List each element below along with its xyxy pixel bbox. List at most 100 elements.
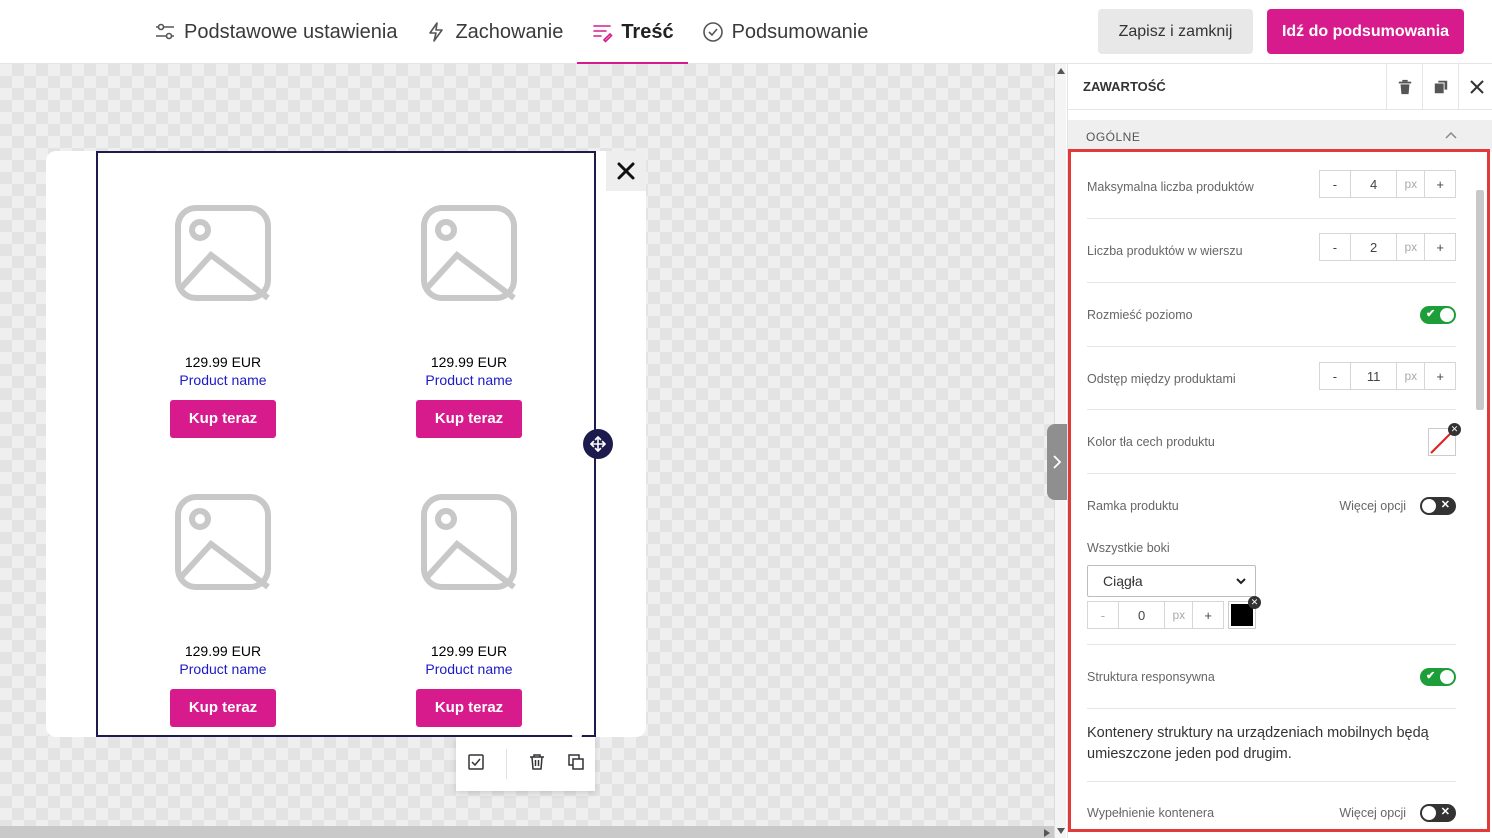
panel-duplicate-button[interactable] bbox=[1422, 64, 1458, 110]
scroll-up-icon[interactable] bbox=[1057, 68, 1065, 74]
increment-button[interactable]: + bbox=[1425, 234, 1455, 260]
wizard-tabs: Podstawowe ustawienia Zachowanie Treść P… bbox=[140, 0, 882, 64]
max-products-input[interactable]: 4 bbox=[1349, 171, 1398, 197]
image-placeholder-icon bbox=[421, 205, 517, 301]
image-placeholder-icon bbox=[421, 494, 517, 590]
toolbar-divider bbox=[505, 749, 507, 779]
padding-toggle[interactable]: ✕ bbox=[1420, 804, 1456, 822]
product-price: 129.99 EUR bbox=[184, 354, 262, 370]
move-handle[interactable] bbox=[583, 429, 613, 459]
panel-title: ZAWARTOŚĆ bbox=[1083, 79, 1166, 94]
product-card[interactable]: 129.99 EUR Product name Kup teraz bbox=[369, 203, 569, 438]
tab-label: Zachowanie bbox=[455, 20, 564, 43]
tab-label: Podstawowe ustawienia bbox=[184, 20, 398, 43]
responsive-toggle[interactable]: ✔ bbox=[1420, 668, 1456, 686]
canvas-horizontal-scrollbar[interactable] bbox=[0, 826, 1054, 838]
check-circle-icon bbox=[702, 21, 724, 43]
x-icon: ✕ bbox=[1440, 499, 1450, 511]
tab-basic-settings[interactable]: Podstawowe ustawienia bbox=[140, 0, 411, 64]
go-to-summary-button[interactable]: Idź do podsumowania bbox=[1267, 9, 1464, 54]
tab-content[interactable]: Treść bbox=[577, 0, 688, 64]
border-width-stepper: - 0 px + bbox=[1087, 601, 1224, 629]
delete-block-button[interactable] bbox=[528, 753, 546, 776]
product-price: 129.99 EUR bbox=[430, 354, 508, 370]
select-block-button[interactable] bbox=[467, 753, 485, 776]
increment-button[interactable]: + bbox=[1425, 363, 1455, 389]
horizontal-toggle[interactable]: ✔ bbox=[1420, 306, 1456, 324]
border-label: Ramka produktu bbox=[1087, 499, 1179, 513]
max-products-label: Maksymalna liczba produktów bbox=[1087, 180, 1254, 194]
product-name[interactable]: Product name bbox=[369, 372, 569, 388]
clear-color-icon[interactable]: ✕ bbox=[1248, 596, 1261, 609]
product-name[interactable]: Product name bbox=[123, 372, 323, 388]
section-general-header[interactable]: OGÓLNE bbox=[1068, 120, 1492, 152]
per-row-input[interactable]: 2 bbox=[1349, 234, 1398, 260]
panel-scrollbar[interactable] bbox=[1476, 190, 1484, 410]
scroll-right-icon[interactable] bbox=[1044, 829, 1050, 837]
decrement-button[interactable]: - bbox=[1320, 363, 1350, 389]
decrement-button[interactable]: - bbox=[1088, 602, 1118, 628]
border-style-select[interactable]: Ciągła bbox=[1087, 565, 1256, 597]
padding-row: Wypełnienie kontenera Więcej opcji ✕ bbox=[1087, 795, 1456, 825]
content-icon bbox=[591, 21, 613, 43]
panel-collapse-handle[interactable] bbox=[1047, 424, 1067, 500]
border-more-options[interactable]: Więcej opcji bbox=[1339, 499, 1406, 513]
spacing-stepper: - 11 px + bbox=[1319, 362, 1456, 390]
responsive-row: Struktura responsywna ✔ bbox=[1087, 645, 1456, 709]
increment-button[interactable]: + bbox=[1193, 602, 1223, 628]
border-toggle[interactable]: ✕ bbox=[1420, 497, 1456, 515]
divider bbox=[1087, 781, 1456, 782]
move-icon bbox=[590, 436, 606, 452]
check-icon: ✔ bbox=[1426, 308, 1436, 320]
clear-color-icon[interactable]: ✕ bbox=[1448, 423, 1461, 436]
per-row-label: Liczba produktów w wierszu bbox=[1087, 244, 1243, 258]
horizontal-row: Rozmieść poziomo ✔ bbox=[1087, 283, 1456, 347]
buy-now-button[interactable]: Kup teraz bbox=[416, 689, 522, 727]
bg-color-row: Kolor tła cech produktu ✕ bbox=[1087, 410, 1461, 474]
save-and-close-button[interactable]: Zapisz i zamknij bbox=[1098, 9, 1253, 54]
tab-summary[interactable]: Podsumowanie bbox=[688, 0, 883, 64]
buy-now-button[interactable]: Kup teraz bbox=[416, 400, 522, 438]
duplicate-icon bbox=[1434, 80, 1447, 94]
unit-label: px bbox=[1397, 234, 1426, 260]
chevron-right-icon bbox=[1053, 455, 1062, 469]
spacing-input[interactable]: 11 bbox=[1349, 363, 1398, 389]
bg-color-swatch[interactable]: ✕ bbox=[1428, 423, 1461, 456]
product-card[interactable]: 129.99 EUR Product name Kup teraz bbox=[123, 203, 323, 438]
checkbox-icon bbox=[467, 753, 484, 770]
duplicate-icon bbox=[567, 753, 584, 770]
product-name[interactable]: Product name bbox=[369, 661, 569, 677]
max-products-stepper: - 4 px + bbox=[1319, 170, 1456, 198]
product-card[interactable]: 129.99 EUR Product name Kup teraz bbox=[369, 492, 569, 727]
max-products-row: Maksymalna liczba produktów - 4 px + bbox=[1087, 155, 1456, 219]
tab-label: Podsumowanie bbox=[731, 20, 869, 43]
trash-icon bbox=[529, 753, 544, 770]
close-icon bbox=[1469, 80, 1484, 94]
product-name[interactable]: Product name bbox=[123, 661, 323, 677]
increment-button[interactable]: + bbox=[1425, 171, 1455, 197]
popup-close-button[interactable] bbox=[606, 151, 646, 191]
tab-behavior[interactable]: Zachowanie bbox=[411, 0, 577, 64]
duplicate-block-button[interactable] bbox=[567, 753, 585, 776]
all-sides-label: Wszystkie boki bbox=[1087, 541, 1170, 555]
panel-delete-button[interactable] bbox=[1386, 64, 1422, 110]
padding-label: Wypełnienie kontenera bbox=[1087, 806, 1215, 820]
border-style-value: Ciągła bbox=[1103, 573, 1143, 589]
sliders-icon bbox=[154, 21, 176, 43]
buy-now-button[interactable]: Kup teraz bbox=[170, 400, 276, 438]
decrement-button[interactable]: - bbox=[1320, 234, 1350, 260]
image-placeholder-icon bbox=[175, 494, 271, 590]
unit-label: px bbox=[1397, 171, 1426, 197]
border-color-swatch[interactable]: ✕ bbox=[1228, 596, 1261, 629]
close-icon bbox=[617, 162, 635, 180]
scroll-down-icon[interactable] bbox=[1057, 828, 1065, 834]
panel-close-button[interactable] bbox=[1458, 64, 1492, 110]
border-width-input[interactable]: 0 bbox=[1117, 602, 1166, 628]
decrement-button[interactable]: - bbox=[1320, 171, 1350, 197]
product-card[interactable]: 129.99 EUR Product name Kup teraz bbox=[123, 492, 323, 727]
recommendation-block[interactable]: 129.99 EUR Product name Kup teraz 129.99… bbox=[96, 151, 596, 737]
product-price: 129.99 EUR bbox=[184, 643, 262, 659]
buy-now-button[interactable]: Kup teraz bbox=[170, 689, 276, 727]
padding-more-options[interactable]: Więcej opcji bbox=[1339, 806, 1406, 820]
spacing-label: Odstęp między produktami bbox=[1087, 372, 1236, 386]
